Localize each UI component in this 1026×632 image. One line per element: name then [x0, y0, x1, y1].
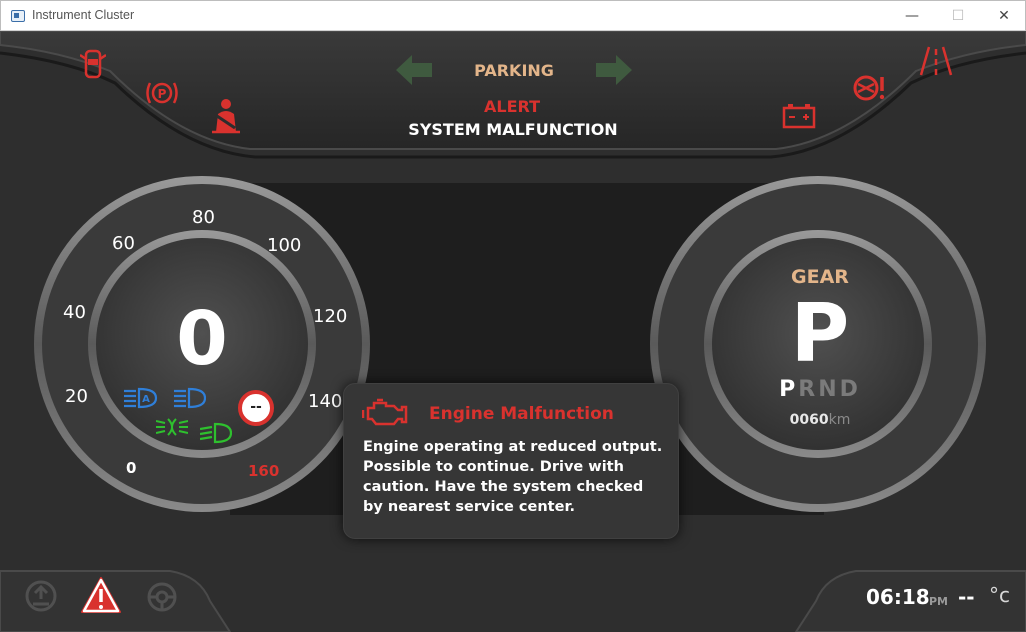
- steering-fault-icon: [853, 75, 885, 101]
- popup-message: Engine operating at reduced output. Poss…: [363, 439, 663, 515]
- popup-title: Engine Malfunction: [429, 404, 614, 424]
- seatbelt-icon: [212, 99, 240, 134]
- odometer-unit: km: [828, 412, 851, 428]
- auto-high-beam-icon: A: [124, 387, 158, 409]
- door-open-icon: [80, 49, 106, 79]
- temperature-unit: °c: [989, 583, 1010, 607]
- speed-scale-label: 120: [313, 306, 348, 327]
- left-turn-signal-icon: [396, 55, 432, 85]
- alert-title: ALERT: [483, 97, 541, 116]
- speed-scale-label: 60: [112, 233, 135, 254]
- close-button[interactable]: ✕: [981, 1, 1026, 31]
- gear-option: N: [818, 377, 840, 402]
- clock-ampm: PM: [929, 595, 949, 608]
- tire-pressure-icon: [25, 580, 57, 612]
- speed-readout: 0: [176, 296, 228, 382]
- instrument-cluster: P PARKING ALERT SYSTEM MALFUNCTION 20 40…: [0, 31, 1026, 632]
- speed-scale-label: 140: [308, 391, 343, 412]
- speed-scale-label: 40: [63, 302, 86, 323]
- fog-light-icon: [156, 418, 188, 436]
- turn-signal-status: PARKING: [474, 61, 554, 80]
- gear-label: GEAR: [791, 266, 849, 288]
- hazard-triangle-icon: [81, 577, 121, 613]
- check-engine-icon: [362, 398, 408, 426]
- app-icon: [11, 10, 25, 22]
- alert-message: SYSTEM MALFUNCTION: [408, 120, 618, 139]
- maximize-button[interactable]: ☐: [935, 1, 981, 31]
- window-title: Instrument Cluster: [32, 8, 135, 22]
- gear-option: P: [779, 377, 799, 402]
- minimize-button[interactable]: —: [889, 1, 935, 31]
- gear-option: R: [798, 377, 819, 402]
- window-titlebar: Instrument Cluster — ☐ ✕: [0, 0, 1026, 31]
- engine-malfunction-popup: Engine Malfunction Engine operating at r…: [343, 383, 679, 539]
- lane-departure-icon: [919, 46, 953, 76]
- steering-assist-icon: [147, 582, 177, 612]
- battery-icon: [782, 104, 816, 129]
- low-beam-icon: [200, 422, 232, 444]
- svg-text:P: P: [158, 87, 167, 101]
- speed-scale-label: 80: [192, 207, 215, 228]
- speed-scale-label: 20: [65, 386, 88, 407]
- speed-max-label: 160: [248, 462, 280, 480]
- current-gear: P: [790, 287, 850, 380]
- right-turn-signal-icon: [596, 55, 632, 85]
- gear-sequence: PRND: [760, 377, 880, 402]
- speed-scale-label: 100: [267, 235, 302, 256]
- high-beam-icon: [174, 387, 206, 409]
- gear-option: D: [839, 377, 861, 402]
- parking-brake-icon: P: [146, 82, 178, 104]
- clock-time: 06:18: [866, 585, 930, 609]
- svg-text:A: A: [142, 394, 150, 405]
- speed-min-label: 0: [126, 459, 137, 477]
- outside-temperature: --: [958, 585, 975, 609]
- odometer: 0060km: [760, 412, 880, 428]
- odometer-value: 0060: [789, 412, 829, 428]
- speed-limit-sign: --: [238, 390, 274, 426]
